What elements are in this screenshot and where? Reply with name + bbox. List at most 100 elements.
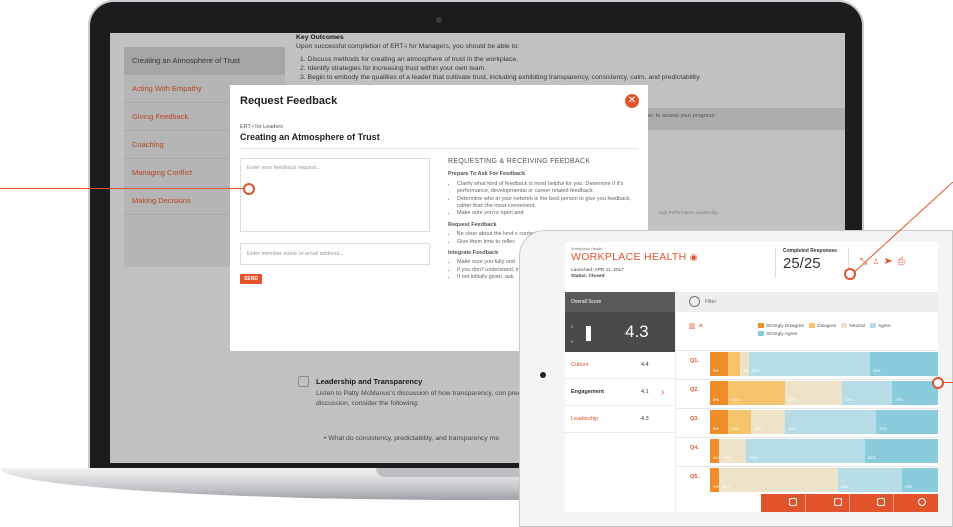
divider (805, 494, 806, 512)
survey-meta: Launched: APR 11, 2017 Status: Closed (571, 268, 624, 280)
filter-icon[interactable] (689, 296, 700, 307)
bar-segment: 8% (710, 410, 729, 434)
guide-heading: REQUESTING & RECEIVING FEEDBACK (448, 158, 591, 165)
metric-value: 4.1 (641, 389, 649, 395)
data-label: 30% (872, 369, 881, 373)
row-divider (676, 350, 938, 351)
question-label: Q5. (690, 474, 699, 480)
data-label: 32% (868, 456, 876, 460)
bar-segment: 28% (837, 468, 902, 492)
callout-marker (844, 268, 856, 280)
axis-max: 5 (571, 324, 574, 329)
question-bar[interactable]: 8% 25% 25% 22% 20% (710, 381, 938, 405)
filter-label[interactable]: Filter (705, 299, 716, 305)
bar-segment: 30% (869, 352, 938, 376)
metric-name: Culture (571, 362, 589, 368)
legend-label: Neutral (849, 324, 865, 329)
legend-label: Disagree (817, 324, 837, 329)
data-label: 4% (713, 485, 719, 489)
question-bar[interactable]: 4% 52% 28% 16% (710, 468, 938, 492)
data-label: 53% (751, 369, 760, 373)
data-label: 8% (713, 398, 719, 402)
bar-segment: 25% (785, 381, 843, 405)
question-bar[interactable]: 8% 4% 53% 30% (710, 352, 938, 376)
legend-swatch (809, 323, 816, 329)
survey-status: Status: Closed (571, 274, 605, 279)
edit-icon[interactable] (834, 498, 842, 506)
metric-name: Leadership (571, 416, 599, 422)
bar-segment (728, 352, 740, 376)
bar-segment: 53% (748, 352, 870, 376)
bar-segment: 52% (746, 439, 866, 463)
close-icon[interactable]: ✕ (625, 94, 639, 108)
send-button[interactable]: SEND (240, 274, 262, 284)
data-label: 25% (731, 398, 739, 402)
chevron-right-icon[interactable]: › (661, 379, 664, 406)
list-icon[interactable]: ≡ (699, 323, 706, 330)
data-label: 40% (788, 427, 796, 431)
data-label: 28% (840, 485, 849, 489)
bar-segment: 15% (751, 410, 786, 434)
row-divider (676, 408, 938, 409)
question-label: Q3. (690, 416, 699, 422)
overall-score-box (565, 312, 675, 352)
metric-row-engagement[interactable]: Engagement 4.1 › (565, 379, 675, 406)
completed-label: Completed Responses (783, 248, 837, 254)
question-bar[interactable]: 4% 12% 52% 32% (710, 439, 938, 463)
bar-segment: 8% (710, 352, 729, 376)
survey-title: WORKPLACE HEALTH ◉ (571, 251, 698, 263)
tablet-camera (540, 372, 546, 378)
overall-score-bar (586, 326, 591, 341)
question-label: Q2. (690, 387, 699, 393)
divider (775, 248, 776, 278)
data-label: 8% (713, 427, 719, 431)
overall-axis: 5 0 (571, 319, 573, 349)
callout-line (0, 188, 243, 189)
legend-item: Disagree (809, 323, 837, 329)
share-icon[interactable] (789, 498, 797, 506)
metric-row-leadership[interactable]: Leadership 4.3 (565, 406, 675, 433)
callout-line (850, 182, 953, 277)
bar-segment: 27% (876, 410, 938, 434)
eye-icon[interactable]: ◉ (690, 252, 698, 262)
legend-swatch (758, 323, 764, 329)
bar-segment: 20% (892, 381, 938, 405)
tablet-screen: Workplace Health WORKPLACE HEALTH ◉ Laun… (565, 242, 938, 512)
data-label: 16% (904, 485, 913, 489)
legend-item: Neutral (841, 323, 865, 329)
settings-icon[interactable] (918, 498, 926, 506)
data-label: 8% (713, 369, 719, 373)
chart-legend: Strongly Disagree Disagree Neutral Agree Str… (758, 323, 933, 338)
data-label: 25% (788, 398, 796, 402)
bar-chart-icon[interactable]: ▥ (689, 323, 699, 330)
member-search-input[interactable]: Enter member name or email address... (240, 243, 430, 265)
divider (893, 494, 894, 512)
completed-value: 25/25 (783, 255, 821, 272)
row-divider (676, 437, 938, 438)
bar-segment: 22% (842, 381, 893, 405)
modal-title: Request Feedback (240, 95, 338, 107)
bar-segment: 4% (710, 468, 720, 492)
overall-score-value: 4.3 (625, 322, 649, 341)
bar-segment: 16% (901, 468, 938, 492)
guide-bullet: Make sure you're open and (457, 210, 644, 217)
data-label: 15% (754, 427, 762, 431)
metric-row-culture[interactable]: Culture 4.4 (565, 352, 675, 379)
guide-section-title: Request Feedback (448, 221, 497, 228)
question-label: Q1. (690, 358, 699, 364)
legend-label: Strongly Agree (766, 331, 798, 337)
course-name: ERT-i for Leaders (240, 124, 284, 130)
data-label: 22% (845, 398, 853, 402)
laptop-camera (436, 17, 442, 23)
bar-segment: 4% (710, 439, 720, 463)
legend-label: Strongly Disagree (766, 324, 805, 329)
bar-segment: 52% (719, 468, 838, 492)
row-divider (676, 466, 938, 467)
bar-segment: 32% (865, 439, 938, 463)
feedback-request-input[interactable]: Enter your feedback request... (240, 158, 430, 232)
question-label: Q4. (690, 445, 699, 451)
legend-label: Agree (877, 324, 891, 329)
question-bar[interactable]: 8% 10% 15% 40% 27% (710, 410, 938, 434)
divider (849, 494, 850, 512)
comment-icon[interactable] (877, 498, 885, 506)
